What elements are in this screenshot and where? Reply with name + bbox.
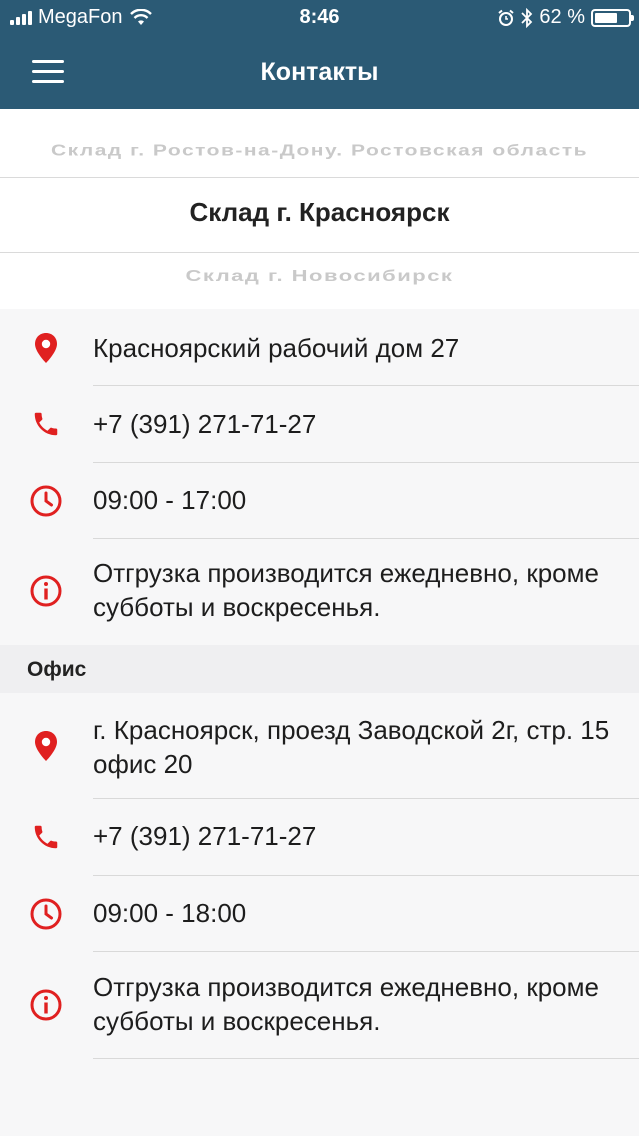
picker-option-selected[interactable]: Склад г. Красноярск — [0, 197, 639, 228]
warehouse-info: Отгрузка производится ежедневно, кроме с… — [93, 558, 599, 622]
location-pin-icon — [28, 330, 64, 366]
alarm-icon — [498, 9, 515, 26]
picker-option-prev[interactable]: Склад г. Ростов-на-Дону. Ростовская обла… — [0, 142, 639, 160]
battery-icon — [591, 8, 634, 27]
picker-option-next[interactable]: Склад г. Новосибирск — [0, 267, 639, 286]
office-info-row: Отгрузка производится ежедневно, кроме с… — [0, 952, 639, 1059]
warehouse-address: Красноярский рабочий дом 27 — [93, 333, 460, 363]
warehouse-phone[interactable]: +7 (391) 271-71-27 — [93, 407, 619, 441]
bluetooth-icon — [521, 7, 533, 28]
info-icon — [28, 987, 64, 1023]
office-address: г. Красноярск, проезд Заводской 2г, стр.… — [93, 715, 610, 779]
warehouse-info-row: Отгрузка производится ежедневно, кроме с… — [0, 539, 639, 643]
office-hours-row: 09:00 - 18:00 — [0, 876, 639, 952]
top-bar: MegaFon 8:46 62 % Контакты — [0, 0, 639, 109]
office-phone-row[interactable]: +7 (391) 271-71-27 — [0, 799, 639, 876]
office-hours: 09:00 - 18:00 — [93, 898, 247, 928]
location-pin-icon — [28, 728, 64, 764]
phone-icon — [28, 819, 64, 855]
warehouse-picker[interactable]: Склад г. Ростов-на-Дону. Ростовская обла… — [0, 109, 639, 309]
warehouse-phone-row[interactable]: +7 (391) 271-71-27 — [0, 386, 639, 463]
status-right: 62 % — [497, 6, 634, 29]
warehouse-hours: 09:00 - 17:00 — [93, 485, 247, 515]
warehouse-address-row[interactable]: Красноярский рабочий дом 27 — [0, 309, 639, 386]
navigation-bar: Контакты — [0, 36, 639, 109]
status-bar: MegaFon 8:46 62 % — [0, 0, 639, 36]
picker-divider-top — [0, 177, 639, 178]
info-icon — [28, 573, 64, 609]
warehouse-hours-row: 09:00 - 17:00 — [0, 463, 639, 539]
clock-icon — [28, 896, 64, 932]
phone-icon — [28, 406, 64, 442]
office-phone[interactable]: +7 (391) 271-71-27 — [93, 819, 619, 853]
battery-percent: 62 % — [539, 6, 585, 28]
page-title: Контакты — [260, 58, 379, 86]
warehouse-contacts: Красноярский рабочий дом 27 +7 (391) 271… — [0, 309, 639, 643]
clock-icon — [28, 483, 64, 519]
row-separator — [93, 1058, 639, 1059]
office-info: Отгрузка производится ежедневно, кроме с… — [93, 972, 599, 1036]
picker-divider-bottom — [0, 252, 639, 253]
office-address-row[interactable]: г. Красноярск, проезд Заводской 2г, стр.… — [0, 693, 639, 799]
section-header-office: Офис — [0, 645, 639, 693]
section-title: Офис — [27, 658, 87, 681]
office-contacts: г. Красноярск, проезд Заводской 2г, стр.… — [0, 693, 639, 1059]
